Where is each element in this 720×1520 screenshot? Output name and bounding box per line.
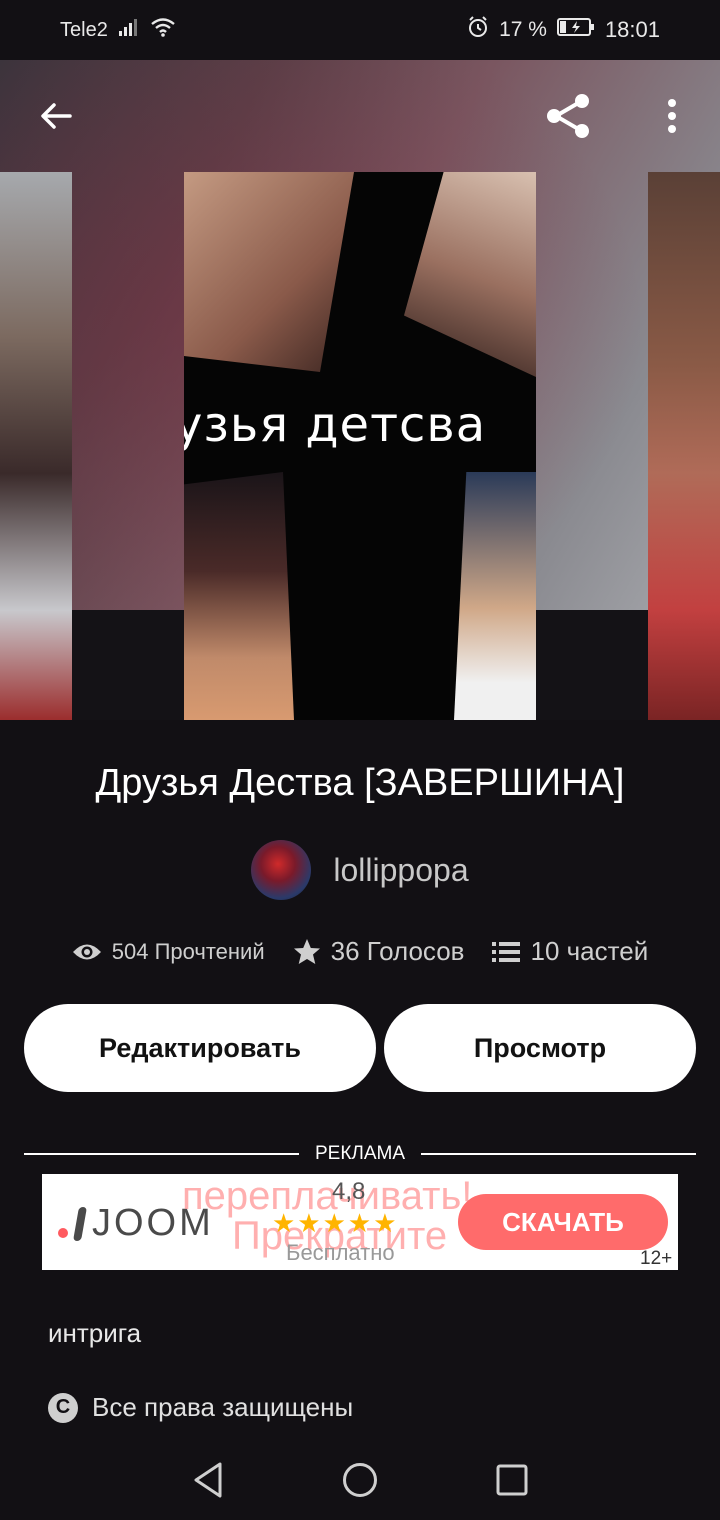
parts-count: 10 частей	[530, 936, 649, 966]
cover-photo	[404, 172, 536, 377]
share-button[interactable]	[540, 88, 596, 144]
ad-label: РЕКЛАМА	[314, 1143, 406, 1164]
previous-cover[interactable]	[0, 172, 72, 720]
signal-icon	[118, 18, 140, 42]
status-bar: Tele2 17 % 18:01	[0, 0, 720, 60]
votes-stat: 36 Голосов	[293, 936, 465, 967]
cover-photo	[454, 472, 536, 720]
author-avatar[interactable]	[251, 840, 312, 900]
system-nav-bar	[0, 1440, 720, 1520]
share-icon	[547, 94, 589, 138]
back-button[interactable]	[28, 88, 84, 144]
reads-stat: 504 Прочтений	[72, 939, 265, 965]
author-row[interactable]: lollippopa	[0, 840, 720, 900]
ad-rating: 4,8	[332, 1178, 366, 1205]
more-options-button[interactable]	[648, 88, 696, 144]
ad-banner[interactable]: JOOM переплачивать! Прекратите 4,8 ★★★★★…	[42, 1174, 678, 1270]
story-cover[interactable]: узья детсва	[184, 172, 536, 720]
divider-line	[421, 1153, 696, 1155]
nav-recents-icon	[496, 1464, 528, 1496]
star-icon	[293, 938, 320, 964]
list-icon	[492, 941, 521, 962]
votes-count: 36 Голосов	[330, 936, 465, 966]
reads-count: 504 Прочтений	[111, 938, 265, 964]
copyright-row: C Все права защищены	[48, 1392, 353, 1423]
ad-stars: ★★★★★	[272, 1208, 399, 1238]
clock: 18:01	[604, 17, 660, 42]
logo-mark	[73, 1206, 87, 1241]
nav-recents-button[interactable]	[488, 1456, 536, 1504]
ad-price: Бесплатно	[286, 1240, 395, 1265]
cover-text: узья детсва	[184, 397, 487, 453]
preview-button[interactable]: Просмотр	[384, 1004, 696, 1092]
cover-photo	[184, 472, 294, 720]
nav-home-icon	[343, 1463, 377, 1497]
battery-charging-icon	[556, 17, 595, 43]
story-stats: 504 Прочтений 36 Голосов 10 частей	[0, 936, 720, 967]
more-vertical-icon	[668, 99, 676, 133]
nav-home-button[interactable]	[336, 1456, 384, 1504]
next-cover[interactable]	[648, 172, 720, 720]
battery-percent: 17 %	[499, 18, 547, 41]
edit-button[interactable]: Редактировать	[24, 1004, 376, 1092]
carrier-label: Tele2	[60, 18, 108, 41]
story-tag[interactable]: интрига	[48, 1318, 141, 1349]
author-name[interactable]: lollippopa	[333, 852, 468, 889]
ad-divider: РЕКЛАМА	[24, 1140, 696, 1168]
divider-line	[24, 1153, 299, 1155]
cover-photo	[184, 172, 354, 372]
alarm-icon	[467, 16, 489, 44]
ad-download-button[interactable]: СКАЧАТЬ	[458, 1194, 668, 1250]
copyright-icon: C	[48, 1392, 78, 1423]
arrow-left-icon	[41, 103, 72, 129]
copyright-text: Все права защищены	[92, 1392, 354, 1422]
status-right: 17 % 18:01	[467, 16, 660, 44]
story-title: Друзья Дества [ЗАВЕРШИНА]	[95, 762, 625, 804]
parts-stat: 10 частей	[492, 936, 648, 967]
logo-dot	[58, 1227, 68, 1238]
nav-back-icon	[194, 1462, 222, 1498]
ad-age-rating: 12+	[640, 1248, 673, 1269]
eye-icon	[72, 944, 101, 959]
nav-back-button[interactable]	[184, 1456, 232, 1504]
status-left: Tele2	[60, 17, 176, 43]
wifi-icon	[150, 17, 176, 43]
